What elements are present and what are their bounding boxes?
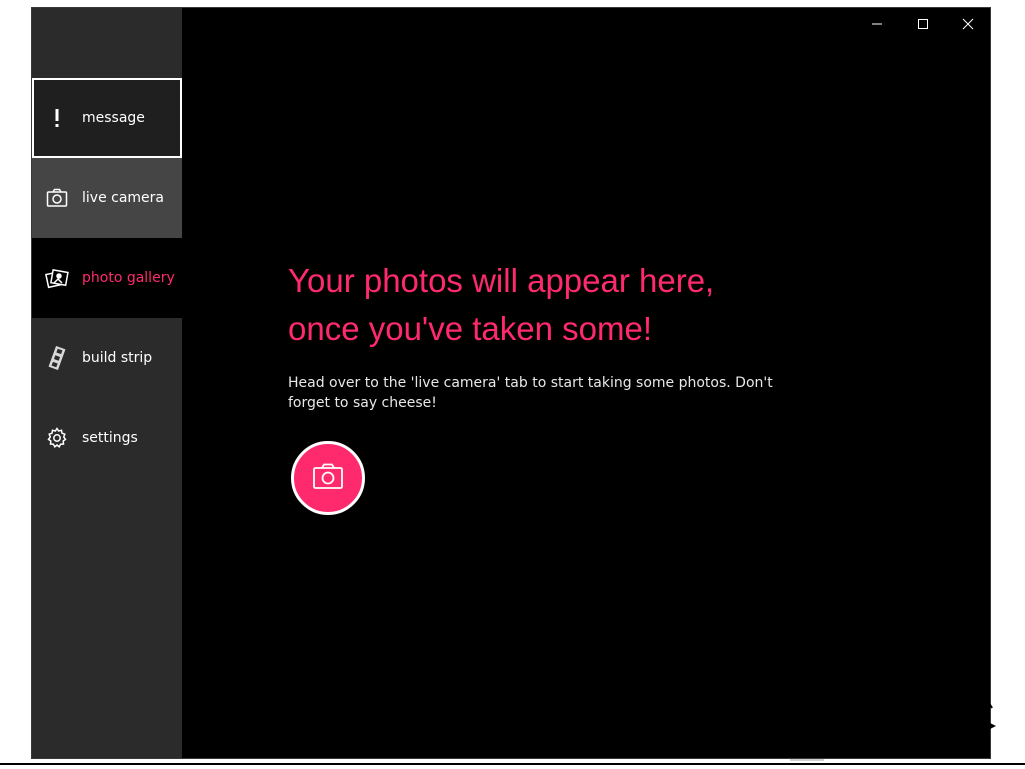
sidebar-item-label: settings bbox=[82, 430, 138, 446]
sidebar-item-label: message bbox=[82, 110, 145, 126]
sidebar-item-photo-gallery[interactable]: photo gallery bbox=[32, 238, 182, 318]
app-window: message live camera photo gallery build … bbox=[31, 7, 991, 759]
film-strip-icon bbox=[45, 346, 69, 370]
sidebar-item-settings[interactable]: settings bbox=[32, 398, 182, 478]
sidebar-item-message[interactable]: message bbox=[32, 78, 182, 158]
maximize-icon bbox=[917, 15, 929, 34]
signal-icon bbox=[966, 696, 1006, 742]
headline-line-2: once you've taken some! bbox=[288, 310, 653, 347]
camera-icon bbox=[45, 186, 69, 210]
sidebar-item-label: photo gallery bbox=[82, 270, 175, 286]
minimize-icon bbox=[871, 15, 883, 34]
bottom-scroll-indicator bbox=[790, 759, 824, 761]
sidebar-item-live-camera[interactable]: live camera bbox=[32, 158, 182, 238]
sidebar-item-label: build strip bbox=[82, 350, 153, 366]
exclamation-icon bbox=[45, 106, 69, 130]
sidebar-item-build-strip[interactable]: build strip bbox=[32, 318, 182, 398]
take-photo-button[interactable] bbox=[291, 441, 365, 515]
minimize-button[interactable] bbox=[854, 8, 900, 40]
empty-gallery-message: Your photos will appear here, once you'v… bbox=[288, 257, 848, 413]
description-text: Head over to the 'live camera' tab to st… bbox=[288, 375, 773, 411]
page-title: Your photos will appear here, once you'v… bbox=[288, 257, 848, 353]
sidebar-item-label: live camera bbox=[82, 190, 164, 206]
close-icon bbox=[962, 15, 974, 34]
gear-icon bbox=[45, 426, 69, 450]
bottom-divider bbox=[0, 763, 1025, 765]
camera-icon bbox=[311, 461, 345, 495]
photos-icon bbox=[45, 266, 69, 290]
sidebar: message live camera photo gallery build … bbox=[32, 8, 182, 758]
maximize-button[interactable] bbox=[900, 8, 946, 40]
close-button[interactable] bbox=[945, 8, 990, 40]
headline-line-1: Your photos will appear here, bbox=[288, 262, 715, 299]
